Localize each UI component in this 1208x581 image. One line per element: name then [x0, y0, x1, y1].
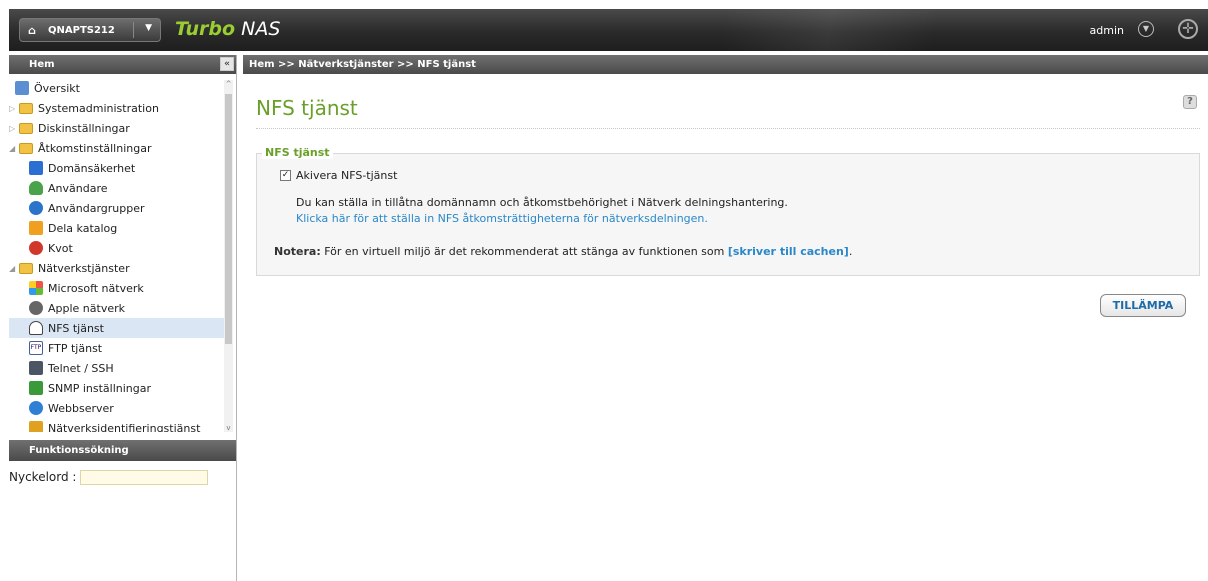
nav-item-domansakerhet[interactable]: Domänsäkerhet — [29, 158, 230, 178]
nav-item-ftp-tjanst[interactable]: FTP FTP tjänst — [29, 338, 230, 358]
nav-item-microsoft-natverk[interactable]: Microsoft nätverk — [29, 278, 230, 298]
nav-tree: Översikt ▷ Systemadministration ▷ Diskinst… — [9, 78, 236, 432]
nav-panel-header: Hem « — [9, 55, 236, 74]
microsoft-icon — [29, 281, 43, 295]
language-globe-icon[interactable]: ✛ — [1178, 19, 1198, 39]
snmp-icon — [29, 381, 43, 395]
collapse-panel-icon[interactable]: « — [220, 57, 234, 71]
nav-item-anvandare[interactable]: Användare — [29, 178, 230, 198]
host-name: QNAPTS212 — [48, 24, 115, 36]
keyword-input[interactable] — [80, 470, 208, 485]
nav-item-snmp-installningar[interactable]: SNMP inställningar — [29, 378, 230, 398]
dropdown-arrow-icon: ▼ — [145, 23, 152, 33]
folder-open-icon — [19, 262, 33, 274]
nav-header-label: Hem — [29, 59, 55, 70]
network-discovery-icon — [29, 421, 43, 432]
nav-item-apple-natverk[interactable]: Apple nätverk — [29, 298, 230, 318]
ftp-icon: FTP — [29, 341, 43, 355]
folder-icon — [19, 122, 33, 134]
collapse-arrow-icon[interactable]: ◢ — [9, 144, 19, 153]
keyword-label: Nyckelord : — [9, 470, 77, 484]
section-title: NFS tjänst — [262, 146, 333, 159]
enable-nfs-checkbox[interactable]: ✓ — [280, 170, 291, 181]
nav-item-oversikt[interactable]: Översikt — [15, 78, 230, 98]
apply-button[interactable]: TILLÄMPA — [1100, 294, 1186, 317]
nav-item-atkomstinstallningar[interactable]: ◢ Åtkomstinställningar — [9, 138, 224, 158]
expand-arrow-icon[interactable]: ▷ — [9, 104, 19, 113]
collapse-arrow-icon[interactable]: ◢ — [9, 264, 19, 273]
nav-item-webbserver[interactable]: Webbserver — [29, 398, 230, 418]
folder-icon — [19, 102, 33, 114]
nav-item-natverksidentifieringstjanst[interactable]: Nätverksidentifieringstjänst — [29, 418, 230, 432]
expand-arrow-icon[interactable]: ▷ — [9, 124, 19, 133]
nav-item-telnet-ssh[interactable]: Telnet / SSH — [29, 358, 230, 378]
nav-item-dela-katalog[interactable]: Dela katalog — [29, 218, 230, 238]
breadcrumb-text: Hem >> Nätverkstjänster >> NFS tjänst — [249, 59, 476, 70]
note-label: Notera: — [274, 245, 321, 258]
brand-logo: Turbo NAS — [175, 18, 281, 40]
note-text: Notera: För en virtuell miljö är det rek… — [274, 245, 853, 258]
function-search-header: Funktionssökning — [9, 440, 236, 461]
write-cache-link[interactable]: [skriver till cachen] — [728, 245, 849, 258]
nav-item-nfs-tjanst[interactable]: NFS tjänst — [9, 318, 224, 338]
scrollbar-thumb[interactable] — [225, 94, 232, 344]
note-body: För en virtuell miljö är det rekommender… — [324, 245, 725, 258]
function-search-title: Funktionssökning — [29, 445, 129, 456]
user-group-icon — [29, 201, 43, 215]
host-menu-button[interactable]: ⌂ QNAPTS212 ▼ — [19, 18, 161, 42]
decorative-streak — [568, 9, 1088, 51]
breadcrumb: Hem >> Nätverkstjänster >> NFS tjänst — [243, 55, 1208, 74]
apple-icon — [29, 301, 43, 315]
telnet-icon — [29, 361, 43, 375]
scroll-up-icon[interactable]: ^ — [224, 80, 233, 88]
share-folder-icon — [29, 221, 43, 235]
nav-item-systemadministration[interactable]: ▷ Systemadministration — [9, 98, 224, 118]
nfs-access-rights-link[interactable]: Klicka här för att ställa in NFS åtkomst… — [296, 212, 708, 225]
title-divider — [256, 128, 1200, 129]
nfs-icon — [29, 321, 43, 335]
folder-open-icon — [19, 142, 33, 154]
user-icon — [29, 181, 43, 195]
quota-icon — [29, 241, 43, 255]
nav-item-diskinstallningar[interactable]: ▷ Diskinställningar — [9, 118, 224, 138]
nav-item-natverkstjanster[interactable]: ◢ Nätverkstjänster — [9, 258, 224, 278]
nav-item-kvot[interactable]: Kvot — [29, 238, 230, 258]
top-bar: ⌂ QNAPTS212 ▼ Turbo NAS admin ▼ ✛ — [9, 9, 1208, 51]
info-text: Du kan ställa in tillåtna domännamn och … — [296, 196, 788, 209]
home-icon: ⌂ — [28, 23, 36, 37]
user-menu-icon[interactable]: ▼ — [1138, 21, 1154, 37]
nav-item-anvandargrupper[interactable]: Användargrupper — [29, 198, 230, 218]
nav-scrollbar[interactable]: ^ v — [224, 80, 233, 432]
user-name[interactable]: admin — [1090, 24, 1124, 37]
help-icon[interactable]: ? — [1183, 95, 1197, 109]
scroll-down-icon[interactable]: v — [224, 424, 233, 432]
overview-icon — [15, 81, 29, 95]
enable-nfs-label[interactable]: Akivera NFS-tjänst — [296, 169, 397, 182]
web-server-icon — [29, 401, 43, 415]
page-title: NFS tjänst — [256, 96, 358, 120]
domain-security-icon — [29, 161, 43, 175]
